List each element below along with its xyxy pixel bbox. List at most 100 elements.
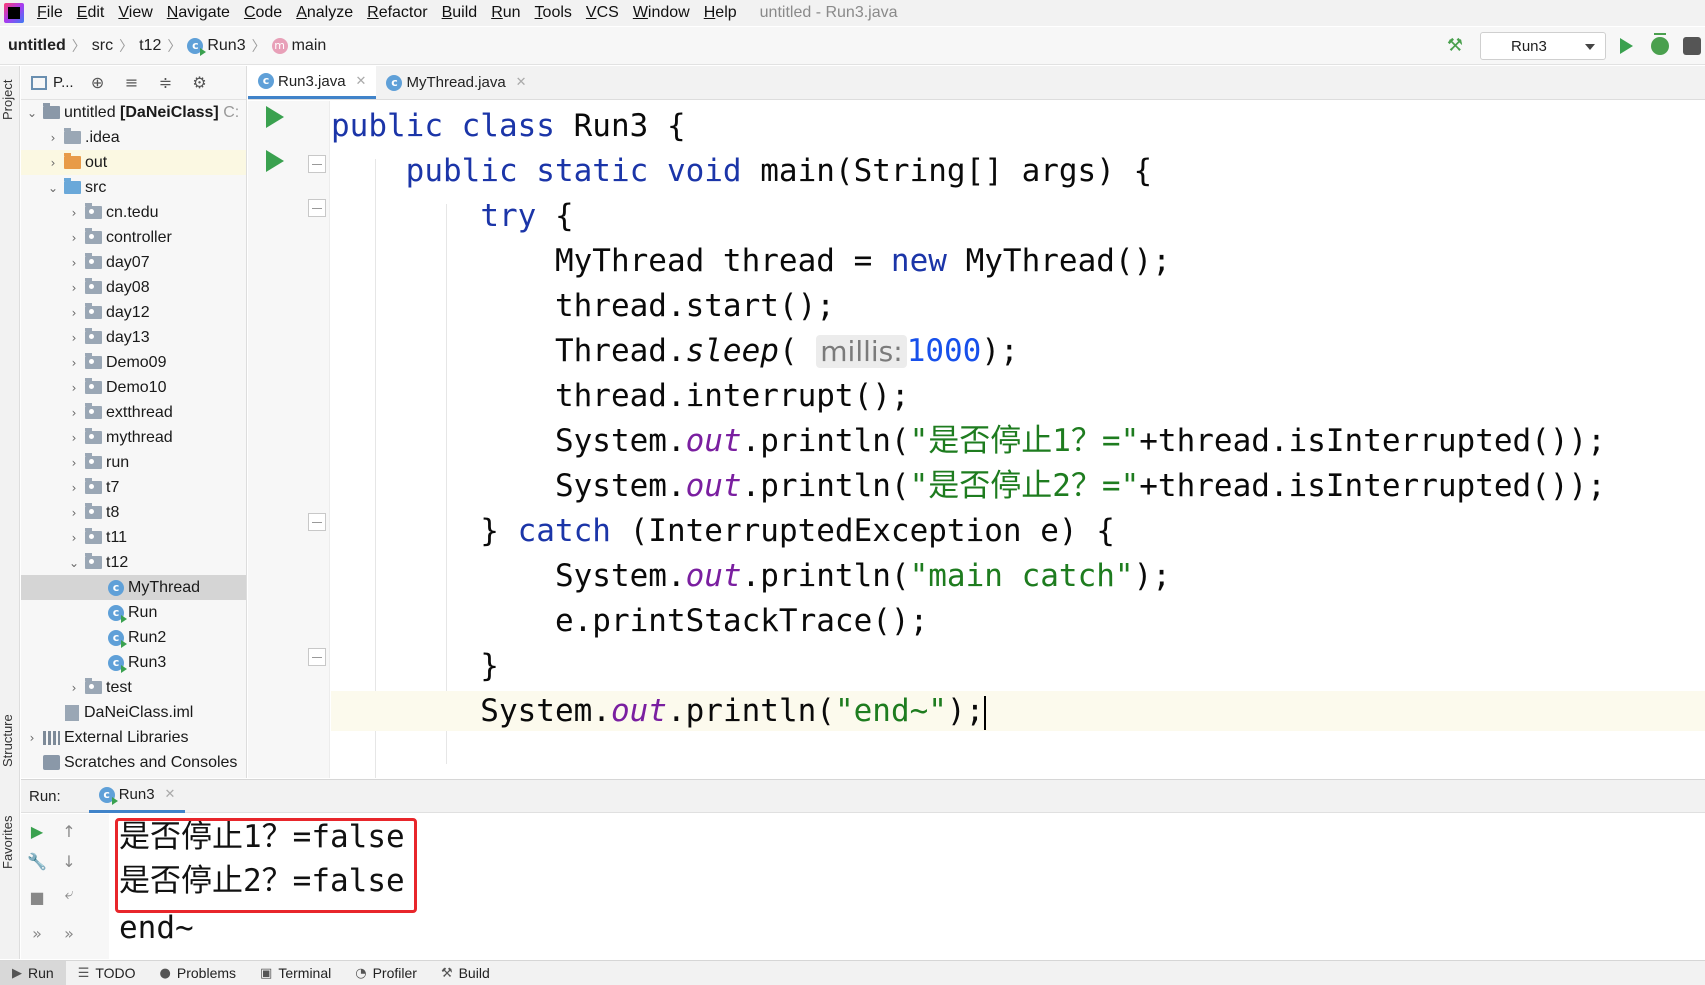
tree-item-cn-tedu[interactable]: › cn.tedu — [21, 200, 246, 225]
code-editor[interactable]: public class Run3 { public static void m… — [331, 101, 1705, 778]
bottom-terminal-button[interactable]: ▣ Terminal — [248, 961, 343, 985]
menu-run[interactable]: Run — [484, 0, 527, 26]
tree-item-demo10[interactable]: › Demo10 — [21, 375, 246, 400]
tree-item--idea[interactable]: › .idea — [21, 125, 246, 150]
menu-code[interactable]: Code — [237, 0, 289, 26]
tree-item-day08[interactable]: › day08 — [21, 275, 246, 300]
menu-help[interactable]: Help — [697, 0, 744, 26]
tree-item-daneiclass-iml[interactable]: DaNeiClass.iml — [21, 700, 246, 725]
chevron-right-icon[interactable]: › — [67, 406, 81, 420]
menu-tools[interactable]: Tools — [528, 0, 579, 26]
tree-item-run3[interactable]: c Run3 — [21, 650, 246, 675]
chevron-down-icon[interactable]: ⌄ — [25, 106, 39, 120]
chevron-right-icon[interactable]: › — [67, 381, 81, 395]
tree-item-t7[interactable]: › t7 — [21, 475, 246, 500]
chevron-right-icon[interactable]: › — [67, 306, 81, 320]
chevron-right-icon[interactable]: › — [67, 431, 81, 445]
run-configuration-select[interactable]: Run3 — [1480, 32, 1606, 60]
structure-tool-button[interactable]: Structure — [0, 702, 20, 780]
tree-item-demo09[interactable]: › Demo09 — [21, 350, 246, 375]
bottom-build-button[interactable]: ⚒ Build — [429, 961, 502, 985]
menu-build[interactable]: Build — [435, 0, 485, 26]
favorites-tool-button[interactable]: Favorites — [0, 802, 20, 882]
chevron-right-icon[interactable]: › — [67, 206, 81, 220]
locate-icon[interactable]: ⊕ — [88, 73, 108, 93]
chevron-right-icon[interactable]: › — [67, 256, 81, 270]
menu-file[interactable]: File — [30, 0, 70, 26]
menu-navigate[interactable]: Navigate — [160, 0, 237, 26]
coverage-icon[interactable] — [1683, 37, 1701, 55]
tree-item-t12[interactable]: ⌄ t12 — [21, 550, 246, 575]
fold-marker-icon[interactable] — [308, 648, 326, 666]
chevron-right-icon[interactable]: › — [67, 481, 81, 495]
chevron-right-icon[interactable]: › — [67, 681, 81, 695]
rerun-icon[interactable]: ▶ — [27, 822, 47, 842]
tree-item-t8[interactable]: › t8 — [21, 500, 246, 525]
tree-item-day13[interactable]: › day13 — [21, 325, 246, 350]
arrow-up-icon[interactable]: ↑ — [59, 822, 79, 842]
debug-bug-icon[interactable] — [1651, 33, 1669, 55]
tree-item-mythread[interactable]: c MyThread — [21, 575, 246, 600]
menu-window[interactable]: Window — [626, 0, 697, 26]
bottom-profiler-button[interactable]: ◔ Profiler — [343, 961, 429, 985]
chevron-right-icon[interactable]: › — [67, 506, 81, 520]
tree-item-test[interactable]: › test — [21, 675, 246, 700]
more-icon[interactable]: » — [59, 924, 79, 944]
gear-icon[interactable]: ⚙ — [190, 73, 210, 93]
tree-item-untitled[interactable]: ⌄ untitled [DaNeiClass] C: — [21, 100, 246, 125]
fold-marker-icon[interactable] — [308, 199, 326, 217]
build-hammer-icon[interactable]: ⚒ — [1444, 35, 1466, 57]
soft-wrap-icon[interactable]: ⤶ — [59, 884, 79, 904]
tree-item-day07[interactable]: › day07 — [21, 250, 246, 275]
breadcrumb-method[interactable]: main — [292, 37, 327, 55]
tree-item-mythread[interactable]: › mythread — [21, 425, 246, 450]
run-tab-run3[interactable]: c Run3 ✕ — [88, 780, 186, 813]
menu-vcs[interactable]: VCS — [579, 0, 626, 26]
fold-marker-icon[interactable] — [308, 513, 326, 531]
chevron-right-icon[interactable]: › — [67, 281, 81, 295]
expand-all-icon[interactable]: ≡ — [122, 73, 142, 93]
chevron-right-icon[interactable]: › — [67, 356, 81, 370]
chevron-right-icon[interactable]: › — [67, 331, 81, 345]
chevron-down-icon[interactable]: ⌄ — [67, 556, 81, 570]
tree-item-extthread[interactable]: › extthread — [21, 400, 246, 425]
close-icon[interactable]: ✕ — [165, 787, 176, 802]
chevron-right-icon[interactable]: › — [25, 731, 39, 745]
breadcrumb-project[interactable]: untitled — [8, 37, 66, 55]
arrow-down-icon[interactable]: ↓ — [59, 852, 79, 872]
bottom-problems-button[interactable]: ● Problems — [148, 961, 248, 985]
breadcrumb-class[interactable]: Run3 — [207, 37, 245, 55]
close-icon[interactable]: ✕ — [356, 74, 367, 89]
wrench-icon[interactable]: 🔧 — [27, 852, 47, 872]
tree-item-day12[interactable]: › day12 — [21, 300, 246, 325]
bottom-todo-button[interactable]: ☰ TODO — [66, 961, 148, 985]
menu-analyze[interactable]: Analyze — [289, 0, 360, 26]
breadcrumb-src[interactable]: src — [92, 37, 113, 55]
menu-view[interactable]: View — [111, 0, 159, 26]
tree-item-scratches-and-consoles[interactable]: Scratches and Consoles — [21, 750, 246, 775]
chevron-right-icon[interactable]: › — [67, 231, 81, 245]
tree-item-run2[interactable]: c Run2 — [21, 625, 246, 650]
chevron-down-icon[interactable]: ⌄ — [46, 181, 60, 195]
chevron-right-icon[interactable]: › — [67, 531, 81, 545]
collapse-all-icon[interactable]: ≑ — [156, 73, 176, 93]
close-icon[interactable]: ✕ — [516, 75, 527, 90]
tree-item-out[interactable]: › out — [21, 150, 246, 175]
chevron-right-icon[interactable]: › — [46, 156, 60, 170]
tree-item-controller[interactable]: › controller — [21, 225, 246, 250]
tree-item-src[interactable]: ⌄ src — [21, 175, 246, 200]
tab-mythread-java[interactable]: c MyThread.java ✕ — [376, 66, 536, 99]
bottom-run-button[interactable]: ▶ Run — [0, 960, 66, 985]
chevron-right-icon[interactable]: › — [67, 456, 81, 470]
tree-item-external-libraries[interactable]: › External Libraries — [21, 725, 246, 750]
project-tool-button[interactable]: Project — [0, 70, 20, 130]
run-icon[interactable] — [1620, 38, 1633, 54]
tree-item-run[interactable]: c Run — [21, 600, 246, 625]
breadcrumb-package[interactable]: t12 — [139, 37, 161, 55]
project-view-selector[interactable]: P... — [53, 74, 74, 91]
run-main-gutter-icon[interactable] — [266, 150, 284, 172]
tree-item-t11[interactable]: › t11 — [21, 525, 246, 550]
chevron-right-icon[interactable]: › — [46, 131, 60, 145]
menu-edit[interactable]: Edit — [70, 0, 112, 26]
menu-refactor[interactable]: Refactor — [360, 0, 434, 26]
